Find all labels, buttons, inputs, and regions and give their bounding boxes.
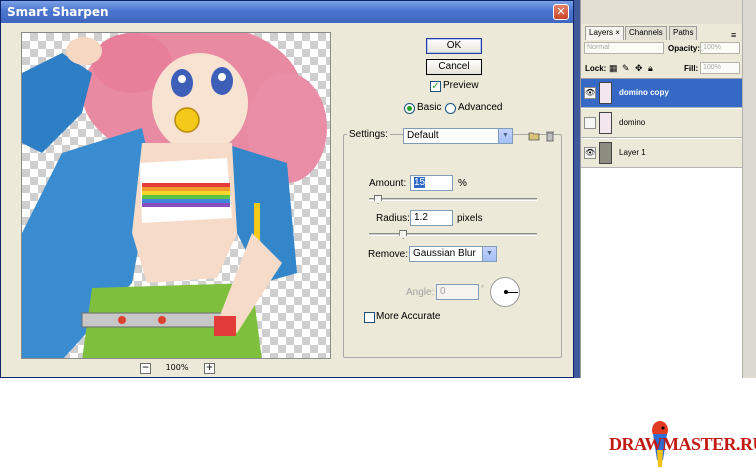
- amount-unit: %: [458, 178, 467, 189]
- cancel-button[interactable]: Cancel: [426, 59, 482, 75]
- zoom-control: − 100% +: [140, 363, 220, 375]
- zoom-out-button[interactable]: −: [140, 363, 151, 374]
- eye-toggle-hidden[interactable]: [584, 117, 596, 129]
- eye-icon[interactable]: 👁︎: [584, 147, 596, 159]
- zoom-in-button[interactable]: +: [204, 363, 215, 374]
- save-settings-icon[interactable]: [528, 130, 540, 142]
- settings-select[interactable]: Default ▼: [403, 128, 513, 144]
- lock-label: Lock:: [585, 64, 607, 73]
- layer-thumbnail: [599, 82, 612, 104]
- tab-channels[interactable]: Channels: [625, 26, 667, 40]
- blend-mode-value: Normal: [587, 44, 610, 51]
- opacity-label: Opacity:: [668, 44, 701, 53]
- drawmaster-logo: DRAWMASTER.RU: [609, 420, 756, 470]
- amount-value: 15: [414, 177, 426, 188]
- angle-input: 0: [436, 284, 479, 300]
- opacity-value: 100%: [703, 44, 721, 51]
- layer-thumbnail: [599, 112, 612, 134]
- radius-value: 1.2: [414, 212, 428, 223]
- tab-paths[interactable]: Paths: [669, 26, 698, 40]
- chevron-down-icon[interactable]: ▼: [498, 129, 512, 143]
- tab-layers[interactable]: Layers ×: [585, 26, 624, 40]
- panel-menu-icon[interactable]: ≡: [731, 30, 736, 40]
- ok-button[interactable]: OK: [426, 38, 482, 54]
- amount-input[interactable]: 15: [410, 175, 453, 191]
- amount-label: Amount:: [369, 178, 407, 189]
- lock-all-icon[interactable]: 🔒︎: [648, 63, 653, 74]
- smart-sharpen-dialog: Smart Sharpen ✕ − 100% + OK Cancel ✓ Pre…: [0, 0, 574, 378]
- dialog-title: Smart Sharpen: [7, 5, 109, 19]
- panel-header: [581, 0, 743, 24]
- fill-label: Fill:: [684, 64, 699, 73]
- preview-canvas[interactable]: [21, 32, 331, 359]
- radius-input[interactable]: 1.2: [410, 210, 453, 226]
- opacity-input[interactable]: 100%: [700, 42, 740, 54]
- layers-panel: Layers × Channels Paths ≡ Normal Opacity…: [580, 0, 743, 378]
- anime-girl-illustration: [22, 33, 327, 358]
- radius-label: Radius:: [376, 213, 410, 224]
- advanced-label: Advanced: [458, 102, 503, 113]
- remove-label: Remove:: [368, 249, 409, 260]
- layer-name: domino copy: [619, 88, 669, 97]
- blend-mode-select[interactable]: Normal: [584, 42, 664, 54]
- layer-row[interactable]: 👁︎ Layer 1: [581, 139, 743, 168]
- angle-value: 0: [440, 286, 446, 297]
- eye-icon[interactable]: 👁︎: [584, 87, 596, 99]
- amount-slider-track[interactable]: [369, 198, 537, 201]
- layer-name: domino: [619, 118, 646, 127]
- trash-icon[interactable]: [544, 130, 556, 142]
- zoom-level: 100%: [165, 363, 189, 372]
- radius-unit: pixels: [457, 213, 483, 224]
- basic-label: Basic: [417, 102, 442, 113]
- fill-value: 100%: [703, 64, 721, 71]
- chevron-down-icon[interactable]: ▼: [482, 247, 496, 261]
- basic-radio[interactable]: [404, 103, 415, 114]
- angle-label: Angle:: [406, 287, 435, 298]
- radius-slider-track[interactable]: [369, 233, 537, 236]
- logo-text: DRAWMASTER.RU: [609, 434, 756, 454]
- settings-label: Settings:: [347, 129, 390, 140]
- preview-checkbox[interactable]: ✓: [430, 81, 441, 92]
- angle-unit: °: [481, 284, 485, 293]
- preview-label: Preview: [443, 80, 479, 91]
- screenshot: Smart Sharpen ✕ − 100% + OK Cancel ✓ Pre…: [0, 0, 756, 476]
- layer-row[interactable]: 👁︎ domino copy: [581, 79, 743, 108]
- lock-move-icon[interactable]: ✥: [635, 63, 643, 74]
- close-button[interactable]: ✕: [553, 4, 569, 20]
- layer-name: Layer 1: [619, 148, 646, 157]
- lock-brush-icon[interactable]: ✎: [622, 63, 630, 74]
- layer-row[interactable]: domino: [581, 109, 743, 138]
- remove-value: Gaussian Blur: [413, 248, 476, 259]
- fill-input[interactable]: 100%: [700, 62, 740, 74]
- advanced-radio[interactable]: [445, 103, 456, 114]
- angle-dial: [490, 277, 520, 307]
- more-accurate-checkbox[interactable]: [364, 312, 375, 323]
- remove-select[interactable]: Gaussian Blur ▼: [409, 246, 497, 262]
- dialog-titlebar[interactable]: Smart Sharpen ✕: [1, 1, 573, 23]
- layers-list: 👁︎ domino copy domino 👁︎ Layer 1: [581, 78, 743, 378]
- more-accurate-label: More Accurate: [376, 311, 441, 322]
- panel-dock-strip: [742, 0, 756, 378]
- layer-thumbnail: [599, 142, 612, 164]
- lock-transparency-icon[interactable]: ▦: [609, 63, 618, 74]
- settings-value: Default: [407, 130, 439, 141]
